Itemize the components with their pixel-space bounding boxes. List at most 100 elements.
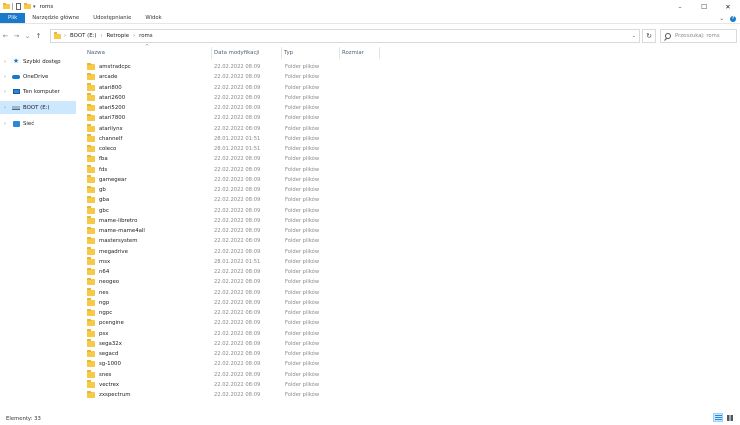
file-row[interactable]: mame-libretro 22.02.2022 08:09 Folder plik…: [84, 216, 374, 226]
back-button[interactable]: ←: [0, 30, 11, 42]
folder-icon: [87, 175, 95, 183]
expand-chevron-icon[interactable]: ›: [4, 121, 9, 127]
file-row[interactable]: fds 22.02.2022 08:09 Folder plików: [84, 165, 374, 175]
file-date: 22.02.2022 08:09: [214, 320, 261, 327]
breadcrumb-boot-drive[interactable]: BOOT (E:): [69, 33, 98, 39]
file-row[interactable]: sg-1000 22.02.2022 08:09 Folder plików: [84, 359, 374, 369]
file-date: 28.01.2022 01:51: [214, 135, 261, 142]
sidebar-item-quick-access[interactable]: › ★ Szybki dostęp: [0, 55, 76, 68]
large-icons-view-button[interactable]: [725, 413, 735, 422]
tab-file[interactable]: Plik: [0, 13, 26, 23]
file-name-cell: mastersystem: [87, 236, 138, 246]
file-row[interactable]: atarilynx 22.02.2022 08:09 Folder plików: [84, 124, 374, 134]
properties-icon[interactable]: [15, 3, 22, 10]
new-folder-icon[interactable]: [24, 2, 31, 10]
address-bar[interactable]: › BOOT (E:) › Retropie › roms ⌄: [50, 29, 640, 43]
sidebar-item-onedrive[interactable]: › OneDrive: [0, 70, 76, 83]
file-name-cell: atari7800: [87, 113, 125, 123]
tab-home[interactable]: Narzędzie główne: [25, 13, 86, 23]
file-name-cell: atari5200: [87, 103, 125, 113]
recent-locations-icon[interactable]: ⌄: [22, 30, 33, 42]
file-row[interactable]: psx 22.02.2022 08:09 Folder plików: [84, 329, 374, 339]
file-type: Folder plików: [285, 310, 320, 317]
file-date: 22.02.2022 08:09: [214, 289, 261, 296]
column-header-label: Nazwa: [87, 50, 105, 56]
file-row[interactable]: megadrive 22.02.2022 08:09 Folder plików: [84, 247, 374, 257]
expand-chevron-icon[interactable]: ›: [4, 105, 9, 111]
sidebar-item-network[interactable]: › Sieć: [0, 117, 76, 130]
file-row[interactable]: mame-mame4all 22.02.2022 08:09 Folder plik…: [84, 226, 374, 236]
file-row[interactable]: mastersystem 22.02.2022 08:09 Folder plikó…: [84, 236, 374, 246]
file-row[interactable]: sega32x 22.02.2022 08:09 Folder plików: [84, 339, 374, 349]
file-row[interactable]: atari800 22.02.2022 08:09 Folder plików: [84, 83, 374, 93]
tab-view[interactable]: Widok: [138, 13, 168, 23]
folder-icon: [87, 380, 95, 388]
column-header-size[interactable]: Rozmiar: [339, 47, 379, 59]
search-icon: [665, 33, 671, 39]
expand-chevron-icon[interactable]: ›: [4, 74, 9, 80]
search-box[interactable]: [660, 29, 737, 43]
file-row[interactable]: ngpc 22.02.2022 08:09 Folder plików: [84, 308, 374, 318]
file-type: Folder plików: [285, 74, 320, 81]
file-row[interactable]: vectrex 22.02.2022 08:09 Folder plików: [84, 380, 374, 390]
file-row[interactable]: segacd 22.02.2022 08:09 Folder plików: [84, 349, 374, 359]
file-row[interactable]: pcengine 22.02.2022 08:09 Folder plików: [84, 318, 374, 328]
file-row[interactable]: snes 22.02.2022 08:09 Folder plików: [84, 370, 374, 380]
file-row[interactable]: zxspectrum 22.02.2022 08:09 Folder plików: [84, 390, 374, 400]
help-icon[interactable]: ?: [730, 15, 736, 22]
details-view-button[interactable]: [713, 413, 723, 422]
folder-icon: [87, 165, 95, 173]
sidebar-item-this-pc[interactable]: › Ten komputer: [0, 85, 76, 98]
column-divider[interactable]: [379, 47, 380, 59]
minimize-button[interactable]: –: [668, 0, 692, 13]
sidebar-item-boot-drive[interactable]: › BOOT (E:): [0, 101, 76, 114]
folder-icon: [87, 390, 95, 399]
file-name-cell: vectrex: [87, 380, 119, 390]
maximize-button[interactable]: ☐: [692, 0, 716, 13]
file-date: 22.02.2022 08:09: [214, 176, 261, 183]
file-row[interactable]: gba 22.02.2022 08:09 Folder plików: [84, 195, 374, 205]
file-row[interactable]: ngp 22.02.2022 08:09 Folder plików: [84, 298, 374, 308]
file-name: mame-libretro: [99, 217, 138, 224]
close-button[interactable]: ✕: [716, 0, 740, 13]
file-row[interactable]: gamegear 22.02.2022 08:09 Folder plików: [84, 175, 374, 185]
breadcrumb-separator: ›: [133, 33, 136, 39]
column-header-date[interactable]: Data modyfikacji: [211, 47, 281, 59]
file-row[interactable]: atari5200 22.02.2022 08:09 Folder plików: [84, 103, 374, 113]
sidebar-item-label: Sieć: [23, 120, 35, 127]
breadcrumb-retropie[interactable]: Retropie: [106, 33, 131, 39]
file-row[interactable]: channelf 28.01.2022 01:51 Folder plików: [84, 134, 374, 144]
file-name: zxspectrum: [99, 392, 131, 399]
forward-button[interactable]: →: [11, 30, 22, 42]
file-row[interactable]: arcade 22.02.2022 08:09 Folder plików: [84, 72, 374, 82]
column-header-name[interactable]: Nazwa: [84, 47, 211, 59]
expand-chevron-icon[interactable]: ›: [4, 59, 9, 65]
file-row[interactable]: gb 22.02.2022 08:09 Folder plików: [84, 185, 374, 195]
column-header-type[interactable]: Typ: [281, 47, 339, 59]
up-button[interactable]: ↑: [33, 30, 44, 42]
expand-chevron-icon[interactable]: ›: [4, 89, 9, 95]
file-row[interactable]: amstradcpc 22.02.2022 08:09 Folder plików: [84, 62, 374, 72]
file-row[interactable]: n64 22.02.2022 08:09 Folder plików: [84, 267, 374, 277]
search-input[interactable]: [675, 33, 735, 39]
folder-icon: [87, 329, 95, 337]
file-row[interactable]: msx 28.01.2022 01:51 Folder plików: [84, 257, 374, 267]
expand-ribbon-icon[interactable]: ⌄: [719, 16, 724, 22]
file-row[interactable]: coleco 28.01.2022 01:51 Folder plików: [84, 144, 374, 154]
file-row[interactable]: nes 22.02.2022 08:09 Folder plików: [84, 288, 374, 298]
file-row[interactable]: neogeo 22.02.2022 08:09 Folder plików: [84, 277, 374, 287]
tab-share[interactable]: Udostępnianie: [86, 13, 138, 23]
breadcrumb-roms[interactable]: roms: [138, 33, 153, 39]
address-history-icon[interactable]: ⌄: [632, 33, 636, 39]
customize-toolbar-dropdown-icon[interactable]: ▾: [33, 4, 36, 10]
file-row[interactable]: atari2600 22.02.2022 08:09 Folder plików: [84, 93, 374, 103]
file-row[interactable]: gbc 22.02.2022 08:09 Folder plików: [84, 206, 374, 216]
title-bar: ▾ roms – ☐ ✕: [0, 0, 740, 13]
refresh-button[interactable]: ↻: [642, 29, 656, 43]
folder-icon: [87, 113, 95, 122]
file-row[interactable]: atari7800 22.02.2022 08:09 Folder plików: [84, 113, 374, 123]
file-row[interactable]: fba 22.02.2022 08:09 Folder plików: [84, 154, 374, 164]
file-name: segacd: [99, 351, 119, 358]
file-name: amstradcpc: [99, 64, 131, 71]
file-type: Folder plików: [285, 361, 320, 368]
